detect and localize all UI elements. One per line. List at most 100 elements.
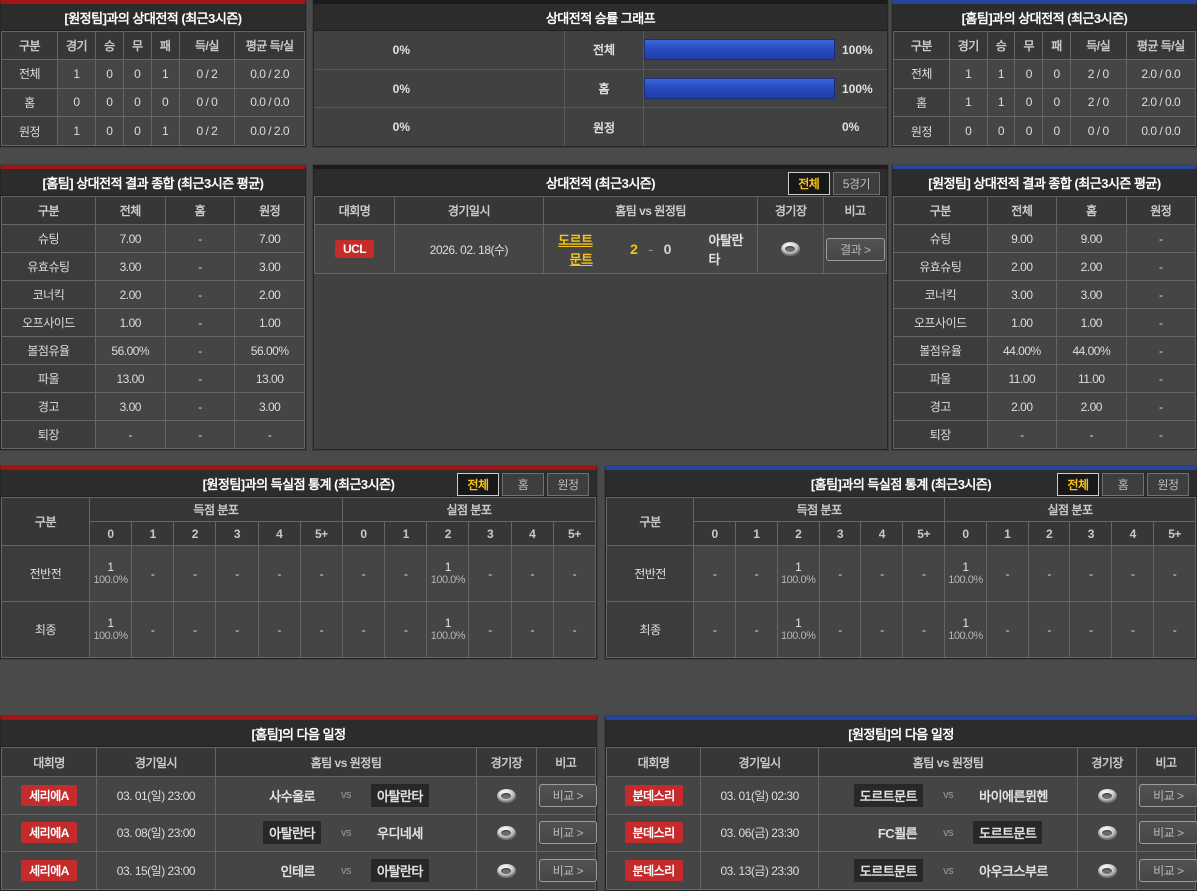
away-side: 바이에른뮌헨 (967, 784, 1075, 807)
stat-cell: 2.0 / 0.0 (1125, 59, 1197, 89)
panel-title-bar: [홈팀]과의 득실점 통계 (최근3시즌) 전체 홈 원정 (606, 470, 1196, 497)
table-row: 최종 - -1 100.0% - - -1 100.0% - - - - - (605, 601, 1196, 658)
table-row: 최종 1 100.0% - - - - - - -1 100.0% - - - (1, 601, 597, 658)
stadium-icon[interactable] (1097, 864, 1117, 879)
stat-cell: 0 (122, 59, 152, 89)
dist-cell: - (734, 545, 778, 602)
result-cell: 결과 > (823, 224, 887, 274)
result-button[interactable]: 결과 > (826, 237, 885, 261)
tab-home[interactable]: 홈 (502, 473, 544, 496)
table-row: 유효슈팅 2.00 2.00- (893, 252, 1197, 281)
tab-all[interactable]: 전체 (1057, 473, 1099, 496)
home-side: 아탈란타 (218, 821, 327, 845)
stat-cell: 0 (948, 116, 988, 146)
stadium-cell (476, 776, 537, 815)
home-team-link[interactable]: 도르트문트 (546, 228, 599, 270)
tab-all[interactable]: 전체 (787, 172, 830, 195)
row-label: 최종 (1, 601, 90, 658)
schedule-row: 분데스리 03. 13(금) 23:30 도르트문트 vs 아우크스부르 비교 > (605, 851, 1197, 890)
row-label: 슈팅 (1, 224, 96, 253)
table-header-row: 대회명 경기일시 홈팀 vs 원정팀 경기장 비고 (605, 747, 1196, 777)
dist-cell: - (1027, 545, 1071, 602)
stat-cell: 2.00 (234, 280, 305, 309)
compare-button[interactable]: 비교 > (538, 859, 598, 883)
percent: 100.0% (948, 574, 983, 586)
bin-header: 1 (734, 521, 778, 546)
dist-cell: - (860, 601, 904, 658)
compare-button[interactable]: 비교 > (1139, 821, 1197, 845)
column-header: 경기 (57, 31, 96, 60)
schedule-row: 분데스리 03. 06(금) 23:30 FC쾰른 vs 도르트문트 비교 > (605, 813, 1197, 853)
stat-cell: 0 (94, 87, 124, 118)
stat-cell: 0 / 0 (178, 87, 236, 118)
column-header: 원정 (1125, 196, 1197, 225)
home-team: 아탈란타 (263, 821, 322, 845)
home-summary-table: 구분 전체 홈 원정 슈팅 7.00-7.00 유효슈팅 3.00-3.00 코너킥 2.00-… (1, 196, 305, 449)
match-line: 아탈란타 vs 우디네세 (218, 821, 474, 845)
stat-cell: 1 (948, 59, 988, 89)
stat-cell: 1 (150, 116, 180, 146)
stat-cell: - (1125, 420, 1197, 449)
panel-title-bar: [원정팀]과의 상대전적 (최근3시즌) (1, 4, 305, 31)
tab-home[interactable]: 홈 (1102, 473, 1144, 496)
row-label: 오프사이드 (1, 308, 96, 337)
column-header: 비고 (823, 196, 887, 225)
stat-cell: 7.00 (234, 224, 305, 253)
dist-cell: - (257, 545, 301, 602)
group-header-row: 구분 득점 분포 실점 분포 (1, 497, 597, 546)
stat-cell: 0.0 / 0.0 (234, 87, 305, 118)
column-header: 구분 (0, 31, 59, 60)
tab-away[interactable]: 원정 (1147, 473, 1189, 496)
bin-header: 5+ (1153, 521, 1196, 546)
stadium-icon[interactable] (781, 242, 801, 257)
dist-cell: - (1153, 545, 1196, 602)
panel-title-bar: 상대전적 (최근3시즌) 전체 5경기 (314, 169, 887, 196)
home-side: 도르트문트 (546, 228, 605, 270)
away-team: 바이에른뮌헨 (979, 788, 1048, 804)
stadium-icon[interactable] (496, 788, 516, 803)
stat-cell: 9.00 (1056, 224, 1127, 253)
tab-away[interactable]: 원정 (547, 473, 589, 496)
dist-cell: 1 100.0% (88, 601, 133, 658)
count: 1 (107, 616, 114, 630)
stat-cell: 1 (150, 59, 180, 89)
table-header-row: 구분 전체 홈 원정 (893, 196, 1197, 225)
bin-header: 5+ (552, 521, 597, 546)
stat-cell: - (164, 280, 236, 309)
row-label: 유효슈팅 (893, 252, 988, 281)
stadium-icon[interactable] (1097, 826, 1117, 841)
home-schedule-table: 대회명 경기일시 홈팀 vs 원정팀 경기장 비고 세리에A 03. 01(일) 23:0… (0, 747, 598, 890)
tab-all[interactable]: 전체 (457, 473, 499, 496)
table-row: 오프사이드 1.00-1.00 (1, 308, 305, 337)
stat-cell: 0 (122, 87, 152, 118)
row-label: 코너킥 (893, 280, 988, 309)
stat-cell: 0.0 / 0.0 (1125, 116, 1197, 146)
score: 2 - 0 (605, 241, 697, 257)
compare-cell: 비교 > (1136, 776, 1197, 815)
stadium-icon[interactable] (1097, 788, 1117, 803)
panel-home-summary: [홈팀] 상대전적 결과 종합 (최근3시즌 평균) 구분 전체 홈 원정 슈팅 7.0… (0, 165, 306, 450)
row-label: 홈 (0, 87, 59, 118)
stadium-icon[interactable] (496, 864, 516, 879)
left-side: 0% (314, 108, 564, 146)
stat-cell: 0 (1042, 87, 1071, 118)
dist-cell: - (818, 601, 862, 658)
corner-header: 구분 (605, 497, 695, 546)
stat-cell: 1 (57, 59, 96, 89)
stat-cell: 0 (94, 59, 124, 89)
compare-button[interactable]: 비교 > (538, 783, 598, 807)
panel-title: [원정팀]과의 득실점 통계 (최근3시즌) (202, 476, 395, 492)
bin-header: 2 (426, 521, 470, 546)
row-label: 경고 (893, 392, 988, 421)
compare-button[interactable]: 비교 > (1139, 783, 1197, 807)
stat-cell: 0 / 0 (1069, 116, 1127, 146)
count: 1 (107, 560, 114, 574)
compare-button[interactable]: 비교 > (538, 821, 598, 845)
panel-title: [원정팀]의 다음 일정 (848, 726, 954, 742)
away-side: 아탈란타 (697, 228, 756, 270)
tab-5games[interactable]: 5경기 (832, 172, 880, 195)
stadium-icon[interactable] (496, 826, 516, 841)
row-label: 볼점유율 (1, 336, 96, 365)
compare-button[interactable]: 비교 > (1139, 859, 1197, 883)
table-header-row: 구분 경기 승 무 패 득/실 평균 득/실 (0, 31, 305, 60)
